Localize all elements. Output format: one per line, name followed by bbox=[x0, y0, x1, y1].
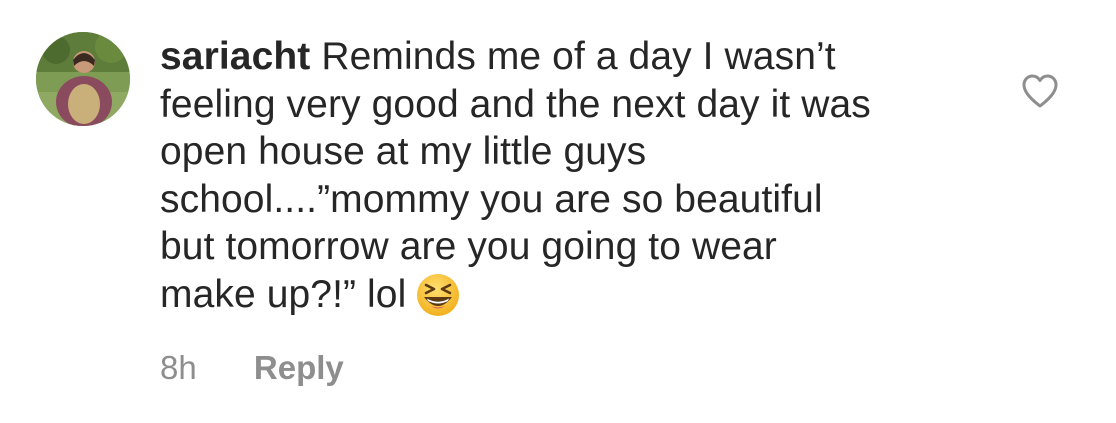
avatar-photo bbox=[36, 32, 130, 126]
comment-body: sariacht Reminds me of a day I wasn’t fe… bbox=[160, 33, 980, 318]
like-button[interactable] bbox=[1020, 72, 1060, 110]
comment-text-line-2: feeling very good and the next day it wa… bbox=[160, 82, 871, 126]
grinning-squinting-face-emoji bbox=[416, 273, 460, 317]
timestamp: 8h bbox=[160, 349, 197, 386]
comment-text-line-4: school....”mommy you are so beautiful bbox=[160, 177, 823, 221]
comment-text-line-5: but tomorrow are you going to wear bbox=[160, 225, 777, 268]
reply-button[interactable]: Reply bbox=[254, 348, 344, 388]
comment: sariacht Reminds me of a day I wasn’t fe… bbox=[0, 0, 1116, 423]
avatar[interactable] bbox=[36, 32, 130, 126]
comment-text-line-6: make up?!” lol bbox=[160, 272, 407, 316]
username-link[interactable]: sariacht bbox=[160, 35, 310, 78]
comment-text-line-3: open house at my little guys bbox=[160, 130, 647, 173]
heart-outline-icon bbox=[1022, 74, 1058, 108]
comment-text-line-1: Reminds me of a day I wasn’t bbox=[321, 35, 836, 78]
comment-meta: 8h Reply bbox=[160, 348, 344, 388]
